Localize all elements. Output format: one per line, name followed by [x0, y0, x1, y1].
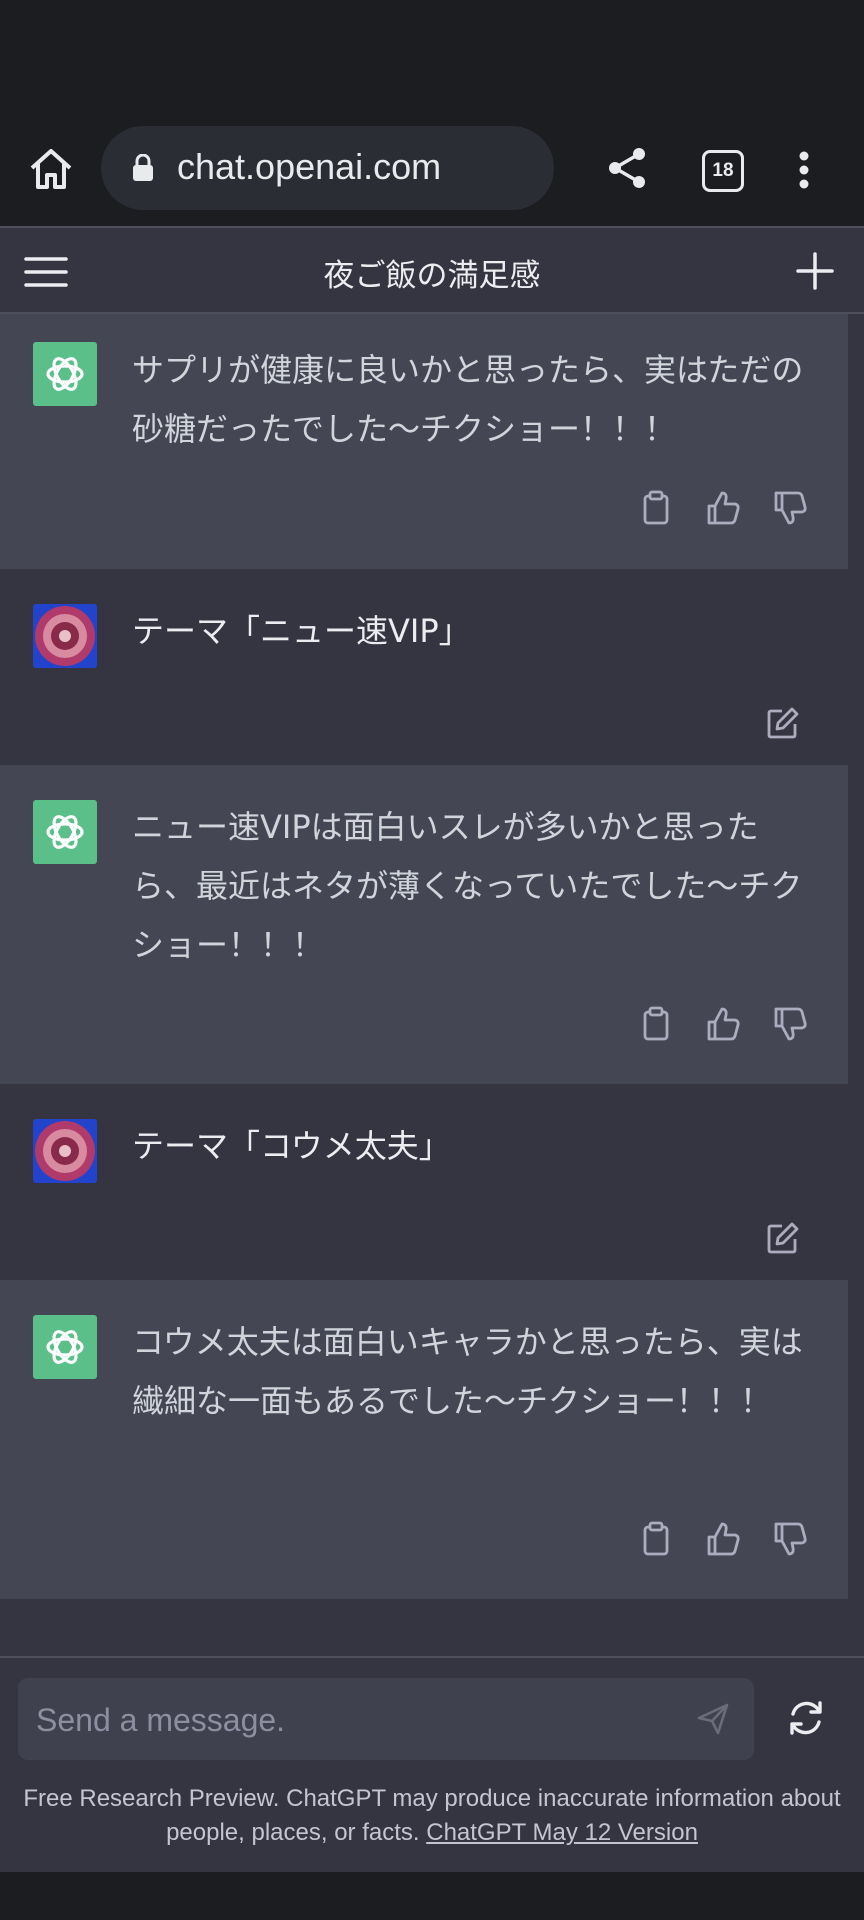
- clipboard-icon[interactable]: [638, 1521, 674, 1557]
- message-actions: [612, 1006, 808, 1046]
- app-header: 夜ご飯の満足感: [0, 226, 864, 314]
- composer-area: Free Research Preview. ChatGPT may produ…: [0, 1656, 864, 1872]
- message-list: サプリが健康に良いかと思ったら、実はただの砂糖だったでした〜チクショー！！！ テ…: [0, 314, 864, 1654]
- chatgpt-avatar: [33, 1315, 97, 1379]
- openai-logo-icon: [46, 357, 84, 391]
- thumbs-down-icon[interactable]: [772, 490, 808, 526]
- thumbs-down-icon[interactable]: [772, 1521, 808, 1557]
- plus-icon[interactable]: [796, 252, 834, 290]
- chatgpt-avatar: [33, 342, 97, 406]
- assistant-message: コウメ太夫は面白いキャラかと思ったら、実は繊細な一面もあるでした〜チクショー！！…: [0, 1280, 848, 1599]
- message-text: コウメ太夫は面白いキャラかと思ったら、実は繊細な一面もあるでした〜チクショー！！…: [132, 1323, 803, 1420]
- clipboard-icon[interactable]: [638, 490, 674, 526]
- message-text: テーマ「コウメ太夫」: [132, 1127, 451, 1165]
- message-actions: [612, 490, 808, 530]
- message-input-box: [18, 1678, 754, 1762]
- message-actions: [612, 1521, 808, 1561]
- assistant-message: ニュー速VIPは面白いスレが多いかと思ったら、最近はネタが薄くなっていたでした〜…: [0, 765, 848, 1084]
- thumbs-down-icon[interactable]: [772, 1006, 808, 1042]
- share-icon[interactable]: [606, 146, 648, 190]
- version-link[interactable]: ChatGPT May 12 Version: [426, 1819, 698, 1846]
- edit-icon[interactable]: [766, 1221, 800, 1255]
- message-text: ニュー速VIPは面白いスレが多いかと思ったら、最近はネタが薄くなっていたでした〜…: [132, 808, 803, 964]
- system-nav-bar: [0, 1872, 864, 1920]
- message-input[interactable]: [34, 1678, 678, 1762]
- browser-toolbar: chat.openai.com 18: [0, 120, 864, 226]
- conversation-title: 夜ご飯の満足感: [323, 258, 541, 294]
- tabs-icon[interactable]: 18: [702, 150, 744, 192]
- thumbs-up-icon[interactable]: [705, 1006, 741, 1042]
- more-vert-icon[interactable]: [796, 150, 812, 190]
- edit-icon[interactable]: [766, 706, 800, 740]
- lock-icon: [133, 154, 153, 181]
- user-message: テーマ「コウメ太夫」: [0, 1084, 848, 1280]
- url-text: chat.openai.com: [177, 146, 442, 187]
- clipboard-icon[interactable]: [638, 1006, 674, 1042]
- send-icon[interactable]: [696, 1702, 730, 1736]
- openai-logo-icon: [46, 815, 84, 849]
- openai-logo-icon: [46, 1330, 84, 1364]
- regenerate-icon[interactable]: [786, 1698, 826, 1738]
- message-text: サプリが健康に良いかと思ったら、実はただの砂糖だったでした〜チクショー！！！: [132, 351, 804, 448]
- address-bar[interactable]: chat.openai.com: [101, 126, 554, 210]
- message-text: テーマ「ニュー速VIP」: [132, 612, 471, 650]
- home-icon[interactable]: [26, 144, 76, 194]
- assistant-message: サプリが健康に良いかと思ったら、実はただの砂糖だったでした〜チクショー！！！: [0, 314, 848, 569]
- chatgpt-avatar: [33, 800, 97, 864]
- thumbs-up-icon[interactable]: [705, 1521, 741, 1557]
- thumbs-up-icon[interactable]: [705, 490, 741, 526]
- status-bar: [0, 0, 864, 120]
- user-avatar: [33, 1119, 97, 1183]
- user-message: テーマ「ニュー速VIP」: [0, 569, 848, 765]
- user-avatar: [33, 604, 97, 668]
- disclaimer: Free Research Preview. ChatGPT may produ…: [20, 1782, 844, 1850]
